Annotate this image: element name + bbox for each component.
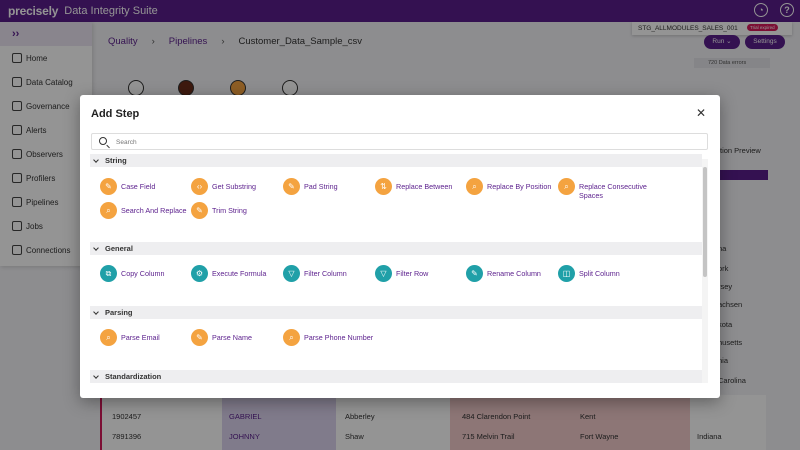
- step-replace-consecutive-spaces[interactable]: ⌕ Replace Consecutive Spaces: [558, 178, 658, 200]
- section-general[interactable]: General: [90, 242, 702, 255]
- step-parse-phone-number[interactable]: ⌕ Parse Phone Number: [283, 329, 373, 346]
- filter-icon: ▽: [375, 265, 392, 282]
- step-pad-string[interactable]: ✎ Pad String: [283, 178, 338, 195]
- step-trim-string[interactable]: ✎ Trim String: [191, 202, 247, 219]
- step-execute-formula[interactable]: ⚙ Execute Formula: [191, 265, 266, 282]
- close-icon[interactable]: ✕: [696, 106, 706, 120]
- section-parsing[interactable]: Parsing: [90, 306, 702, 319]
- step-parse-name[interactable]: ✎ Parse Name: [191, 329, 252, 346]
- pencil-icon: ✎: [100, 178, 117, 195]
- chevron-down-icon: [93, 157, 99, 163]
- search-input[interactable]: [116, 136, 696, 148]
- swap-icon: ⇅: [375, 178, 392, 195]
- gear-icon: ⚙: [191, 265, 208, 282]
- pencil-icon: ✎: [466, 265, 483, 282]
- search-icon: ⌕: [100, 202, 117, 219]
- search-box: [91, 133, 708, 150]
- step-replace-between[interactable]: ⇅ Replace Between: [375, 178, 452, 195]
- copy-icon: ⧉: [100, 265, 117, 282]
- pencil-icon: ✎: [191, 329, 208, 346]
- pencil-icon: ✎: [283, 178, 300, 195]
- step-parse-email[interactable]: ⌕ Parse Email: [100, 329, 160, 346]
- step-filter-row[interactable]: ▽ Filter Row: [375, 265, 428, 282]
- step-list-scrollbar[interactable]: [702, 159, 708, 383]
- code-icon: ‹›: [191, 178, 208, 195]
- split-icon: ◫: [558, 265, 575, 282]
- dialog-title: Add Step: [91, 108, 140, 120]
- step-split-column[interactable]: ◫ Split Column: [558, 265, 620, 282]
- scrollbar-thumb[interactable]: [703, 167, 707, 277]
- chevron-down-icon: [93, 373, 99, 379]
- step-list: String ✎ Case Field ‹› Get Substring ✎ Pad …: [90, 154, 702, 384]
- pencil-icon: ✎: [191, 202, 208, 219]
- step-filter-column[interactable]: ▽ Filter Column: [283, 265, 347, 282]
- search-icon: ⌕: [558, 178, 575, 195]
- filter-icon: ▽: [283, 265, 300, 282]
- chevron-down-icon: [93, 245, 99, 251]
- step-rename-column[interactable]: ✎ Rename Column: [466, 265, 541, 282]
- step-case-field[interactable]: ✎ Case Field: [100, 178, 155, 195]
- search-icon: ⌕: [100, 329, 117, 346]
- chevron-down-icon: [93, 309, 99, 315]
- step-search-and-replace[interactable]: ⌕ Search And Replace: [100, 202, 187, 219]
- step-replace-by-position[interactable]: ⌕ Replace By Position: [466, 178, 551, 195]
- step-copy-column[interactable]: ⧉ Copy Column: [100, 265, 165, 282]
- step-get-substring[interactable]: ‹› Get Substring: [191, 178, 256, 195]
- search-icon: ⌕: [466, 178, 483, 195]
- search-icon: [99, 137, 107, 145]
- section-string[interactable]: String: [90, 154, 702, 167]
- search-icon: ⌕: [283, 329, 300, 346]
- add-step-dialog: Add Step ✕ String ✎Case Field ‹›Get Subs…: [80, 95, 720, 398]
- section-standardization[interactable]: Standardization: [90, 370, 702, 383]
